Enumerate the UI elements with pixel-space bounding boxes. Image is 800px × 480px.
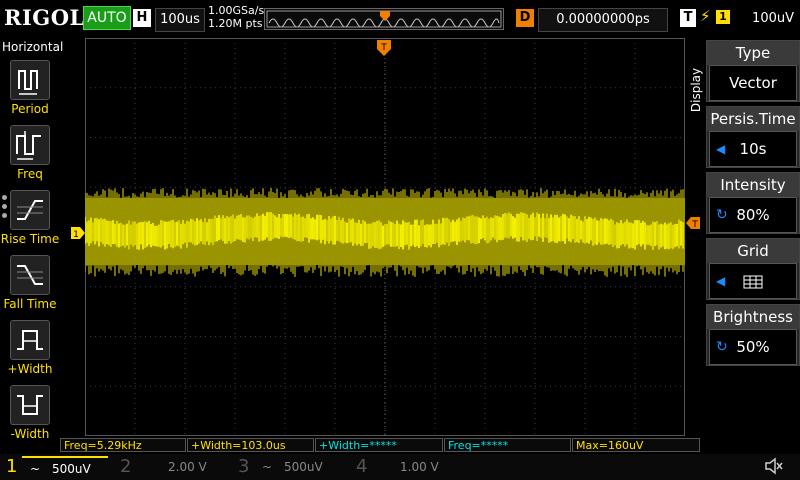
waveform-graticule xyxy=(84,38,685,436)
ch1-offset-marker-icon[interactable]: 1 xyxy=(71,224,85,243)
left-panel-title: Horizontal xyxy=(2,40,64,54)
measure-fall-time-button[interactable]: Fall Time xyxy=(0,251,60,313)
knob-icon: ↻ xyxy=(716,207,728,223)
ch1-waveform-trace xyxy=(84,188,685,277)
svg-text:1: 1 xyxy=(73,230,79,239)
menu-intensity-value-box: ↻ 80% xyxy=(709,197,797,233)
left-arrow-icon: ◀ xyxy=(716,274,726,288)
ch3-number[interactable]: 3 xyxy=(238,456,249,478)
menu-brightness-value-box: ↻ 50% xyxy=(709,329,797,365)
negative-width-icon xyxy=(10,385,50,425)
rise-time-icon xyxy=(10,190,50,230)
period-label: Period xyxy=(11,102,49,116)
measurement-pwidth-other: +Width=***** xyxy=(315,438,443,452)
negative-width-label: -Width xyxy=(10,427,50,441)
sample-rate: 1.00GSa/s xyxy=(208,4,265,17)
menu-brightness[interactable]: Brightness ↻ 50% xyxy=(706,304,800,366)
menu-type[interactable]: Type Vector xyxy=(706,40,800,102)
ch1-coupling-icon: ~ xyxy=(30,462,41,476)
fall-time-icon xyxy=(10,255,50,295)
measurement-freq-other: Freq=***** xyxy=(444,438,571,452)
horizontal-badge: H xyxy=(133,9,151,27)
memory-depth: 1.20M pts xyxy=(208,17,263,30)
ch3-coupling-icon: ~ xyxy=(262,460,273,474)
run-status-button[interactable]: AUTO xyxy=(83,6,131,30)
speaker-muted-icon[interactable] xyxy=(764,457,784,479)
timebase-value[interactable]: 100us xyxy=(155,8,205,32)
menu-grid-title: Grid xyxy=(707,239,799,263)
waveform-display[interactable] xyxy=(84,38,685,436)
period-icon xyxy=(10,60,50,100)
knob-icon: ↻ xyxy=(716,339,728,355)
menu-brightness-title: Brightness xyxy=(707,305,799,329)
measure-freq-button[interactable]: Freq xyxy=(0,121,60,183)
ch1-status-box[interactable]: ~ 500uV xyxy=(22,456,108,480)
memory-trigger-marker-icon xyxy=(380,6,390,25)
menu-grid-value-box: ◀ xyxy=(709,263,797,299)
ch1-scale: 500uV xyxy=(52,462,91,476)
trigger-position-marker-icon: T xyxy=(377,40,391,60)
ch4-scale: 1.00 V xyxy=(400,460,439,474)
menu-grid[interactable]: Grid ◀ xyxy=(706,238,800,300)
ch2-status-box[interactable]: 2.00 V xyxy=(136,456,226,478)
measurement-pwidth-ch1: +Width=103.0us xyxy=(187,438,314,452)
measure-positive-width-button[interactable]: +Width xyxy=(0,316,60,378)
menu-brightness-value: 50% xyxy=(736,338,770,356)
ch3-status-box[interactable]: ~ 500uV xyxy=(254,456,344,478)
svg-text:T: T xyxy=(691,220,698,229)
trigger-level-marker-icon[interactable]: T xyxy=(686,214,700,233)
freq-label: Freq xyxy=(17,167,43,181)
freq-icon xyxy=(10,125,50,165)
delay-value[interactable]: 0.00000000ps xyxy=(538,8,668,32)
delay-badge: D xyxy=(516,9,534,27)
ch1-number[interactable]: 1 xyxy=(6,456,17,478)
trigger-badge: T xyxy=(680,9,696,27)
menu-persistence-value: 10s xyxy=(739,140,767,158)
fall-time-label: Fall Time xyxy=(3,297,57,311)
positive-width-label: +Width xyxy=(7,362,53,376)
grid-icon xyxy=(743,275,763,288)
menu-intensity-title: Intensity xyxy=(707,173,799,197)
ch2-scale: 2.00 V xyxy=(168,460,207,474)
menu-persistence-time[interactable]: Persis.Time ◀ 10s xyxy=(706,106,800,168)
rise-time-label: Rise Time xyxy=(0,232,60,246)
sample-info: 1.00GSa/s 1.20M pts xyxy=(208,4,264,30)
rigol-logo: RIGOL xyxy=(4,5,85,30)
ch4-status-box[interactable]: 1.00 V xyxy=(372,456,462,478)
ch4-number[interactable]: 4 xyxy=(356,456,367,478)
measurement-freq-ch1: Freq=5.29kHz xyxy=(60,438,186,452)
ch3-scale: 500uV xyxy=(284,460,323,474)
measure-negative-width-button[interactable]: -Width xyxy=(0,381,60,443)
menu-intensity-value: 80% xyxy=(736,206,770,224)
rising-edge-icon: ⚡ xyxy=(700,7,711,25)
measure-period-button[interactable]: Period xyxy=(0,56,60,118)
ch2-number[interactable]: 2 xyxy=(120,456,131,478)
menu-intensity[interactable]: Intensity ↻ 80% xyxy=(706,172,800,234)
svg-text:Display: Display xyxy=(689,68,703,112)
svg-text:T: T xyxy=(380,43,387,53)
measure-rise-time-button[interactable]: Rise Time xyxy=(0,186,60,248)
measurement-max-ch1: Max=160uV xyxy=(572,438,700,452)
menu-persistence-value-box: ◀ 10s xyxy=(709,131,797,167)
positive-width-icon xyxy=(10,320,50,360)
display-menu-title: Display xyxy=(688,60,706,120)
trigger-source-channel: 1 xyxy=(716,10,730,24)
left-arrow-icon: ◀ xyxy=(716,142,726,156)
menu-type-value: Vector xyxy=(709,65,797,101)
menu-type-title: Type xyxy=(707,41,799,65)
trigger-level-value[interactable]: 100uV xyxy=(736,8,794,30)
menu-persistence-title: Persis.Time xyxy=(707,107,799,131)
